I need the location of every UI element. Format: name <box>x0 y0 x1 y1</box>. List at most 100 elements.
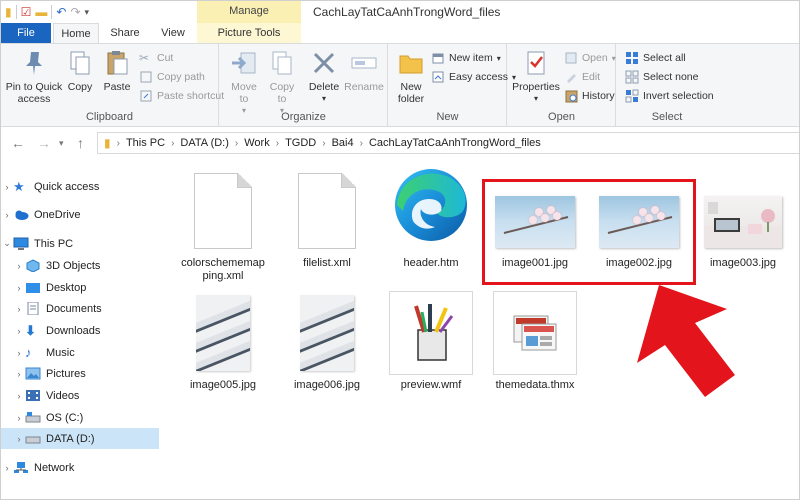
copy-path-label: Copy path <box>157 71 205 83</box>
cube-icon <box>25 259 41 273</box>
new-folder-icon <box>396 48 426 78</box>
image-thumbnail <box>300 295 354 371</box>
chevron-right-icon[interactable]: › <box>13 348 25 358</box>
new-folder-icon[interactable]: ▬ <box>35 4 47 20</box>
scissors-icon: ✂ <box>139 51 150 65</box>
nav-item-3d-objects[interactable]: › 3D Objects <box>1 255 159 276</box>
nav-label: OneDrive <box>34 208 81 221</box>
chevron-right-icon[interactable]: › <box>13 283 25 293</box>
chevron-right-icon[interactable]: › <box>13 304 25 314</box>
chevron-right-icon[interactable]: › <box>13 413 25 423</box>
breadcrumb-bai4[interactable]: Bai4 <box>332 137 354 149</box>
nav-item-this-pc[interactable]: ⌄ This PC <box>1 233 159 254</box>
chevron-right-icon[interactable]: › <box>322 138 325 149</box>
select-all-button[interactable]: Select all <box>625 50 686 66</box>
move-to-icon <box>229 48 259 78</box>
chevron-down-icon[interactable]: ▾ <box>85 4 90 20</box>
copy-to-button[interactable]: Copy to ▾ <box>264 48 300 117</box>
chevron-right-icon[interactable]: › <box>13 391 25 401</box>
nav-label: Documents <box>46 302 102 315</box>
properties-button[interactable]: Properties ▾ <box>512 48 560 105</box>
chevron-right-icon[interactable]: › <box>117 138 120 149</box>
tab-home[interactable]: Home <box>53 23 99 43</box>
breadcrumb-current-folder[interactable]: CachLayTatCaAnhTrongWord_files <box>369 137 541 149</box>
cut-button[interactable]: ✂ Cut <box>139 50 173 66</box>
nav-item-downloads[interactable]: › ⬇ Downloads <box>1 320 159 341</box>
address-bar[interactable]: ▮ › This PC › DATA (D:) › Work › TGDD › … <box>97 132 799 154</box>
nav-item-data-d[interactable]: › DATA (D:) <box>1 428 159 449</box>
chevron-right-icon[interactable]: › <box>13 369 25 379</box>
music-icon: ♪ <box>25 345 32 360</box>
open-group-label: Open <box>548 111 575 123</box>
delete-button[interactable]: Delete ▾ <box>306 48 342 105</box>
open-button[interactable]: Open ▾ <box>564 50 616 66</box>
chevron-right-icon[interactable]: › <box>13 434 25 444</box>
tab-file[interactable]: File <box>1 23 51 43</box>
paste-icon <box>102 48 132 78</box>
invert-selection-button[interactable]: Invert selection <box>625 88 714 104</box>
chevron-down-icon[interactable]: ⌄ <box>1 238 13 249</box>
new-folder-button[interactable]: New folder <box>393 48 429 105</box>
pin-label: Pin to Quick access <box>5 81 63 105</box>
quick-access-toolbar: ▮ ☑ ▬ ↶ ↷ ▾ <box>5 4 89 20</box>
select-none-button[interactable]: Select none <box>625 69 698 85</box>
chevron-right-icon[interactable]: › <box>235 138 238 149</box>
chevron-right-icon[interactable]: › <box>13 326 25 336</box>
copy-path-icon <box>139 70 153 84</box>
nav-item-onedrive[interactable]: › OneDrive <box>1 204 159 225</box>
rename-label: Rename <box>344 81 384 93</box>
undo-icon[interactable]: ↶ <box>56 4 66 20</box>
properties-icon[interactable]: ☑ <box>21 4 32 20</box>
nav-item-documents[interactable]: › Documents <box>1 298 159 319</box>
nav-item-desktop[interactable]: › Desktop <box>1 277 159 298</box>
redo-icon[interactable]: ↷ <box>70 4 80 20</box>
new-item-button[interactable]: New item ▾ <box>431 50 501 66</box>
rename-button[interactable]: Rename <box>344 48 384 93</box>
up-arrow-icon[interactable]: ↑ <box>77 135 84 151</box>
nav-item-pictures[interactable]: › Pictures <box>1 363 159 384</box>
paste-shortcut-label: Paste shortcut <box>157 90 225 102</box>
rename-icon <box>349 48 379 78</box>
copy-path-button[interactable]: Copy path <box>139 69 205 85</box>
folder-icon: ▮ <box>104 136 111 150</box>
recent-locations-chevron-icon[interactable]: ▾ <box>59 138 64 149</box>
pin-quick-access-button[interactable]: Pin to Quick access <box>5 48 63 105</box>
chevron-right-icon[interactable]: › <box>13 261 25 271</box>
breadcrumb-this-pc[interactable]: This PC <box>126 137 165 149</box>
nav-label: This PC <box>34 237 74 250</box>
nav-item-os-c[interactable]: › OS (C:) <box>1 407 159 428</box>
title-bar: ▮ ☑ ▬ ↶ ↷ ▾ Manage CachLayTatCaAnhTrongW… <box>1 1 799 23</box>
tab-share[interactable]: Share <box>101 23 149 43</box>
chevron-right-icon[interactable]: › <box>276 138 279 149</box>
nav-label: Desktop <box>46 281 87 294</box>
breadcrumb-work[interactable]: Work <box>244 137 269 149</box>
move-to-button[interactable]: Move to ▾ <box>226 48 262 117</box>
history-button[interactable]: History <box>564 88 615 104</box>
tab-picture-tools[interactable]: Picture Tools <box>197 23 301 43</box>
breadcrumb-data-d[interactable]: DATA (D:) <box>180 137 228 149</box>
nav-item-network[interactable]: › Network <box>1 457 159 478</box>
drive-icon <box>25 432 41 445</box>
tab-view[interactable]: View <box>151 23 195 43</box>
chevron-right-icon[interactable]: › <box>1 463 13 473</box>
nav-item-videos[interactable]: › Videos <box>1 385 159 406</box>
nav-item-quick-access[interactable]: › ★ Quick access <box>1 176 159 197</box>
chevron-right-icon[interactable]: › <box>360 138 363 149</box>
nav-item-music[interactable]: › ♪ Music <box>1 342 159 363</box>
chevron-right-icon[interactable]: › <box>1 182 13 192</box>
paste-shortcut-button[interactable]: Paste shortcut <box>139 88 224 104</box>
back-arrow-icon[interactable]: ← <box>11 135 25 151</box>
chevron-right-icon[interactable]: › <box>171 138 174 149</box>
edit-button[interactable]: Edit <box>564 69 600 85</box>
chevron-right-icon[interactable]: › <box>1 210 13 220</box>
file-name: header.htm <box>403 257 459 269</box>
pictures-icon <box>25 367 41 380</box>
open-group: Properties ▾ Open ▾ Edit History Open <box>508 44 616 126</box>
manage-contextual-tab[interactable]: Manage <box>197 1 301 23</box>
breadcrumb-tgdd[interactable]: TGDD <box>285 137 316 149</box>
forward-arrow-icon[interactable]: → <box>37 135 51 151</box>
xml-file-icon <box>298 173 356 249</box>
easy-access-button[interactable]: Easy access ▾ <box>431 69 516 85</box>
paste-button[interactable]: Paste <box>99 48 135 93</box>
copy-button[interactable]: Copy <box>63 48 97 93</box>
